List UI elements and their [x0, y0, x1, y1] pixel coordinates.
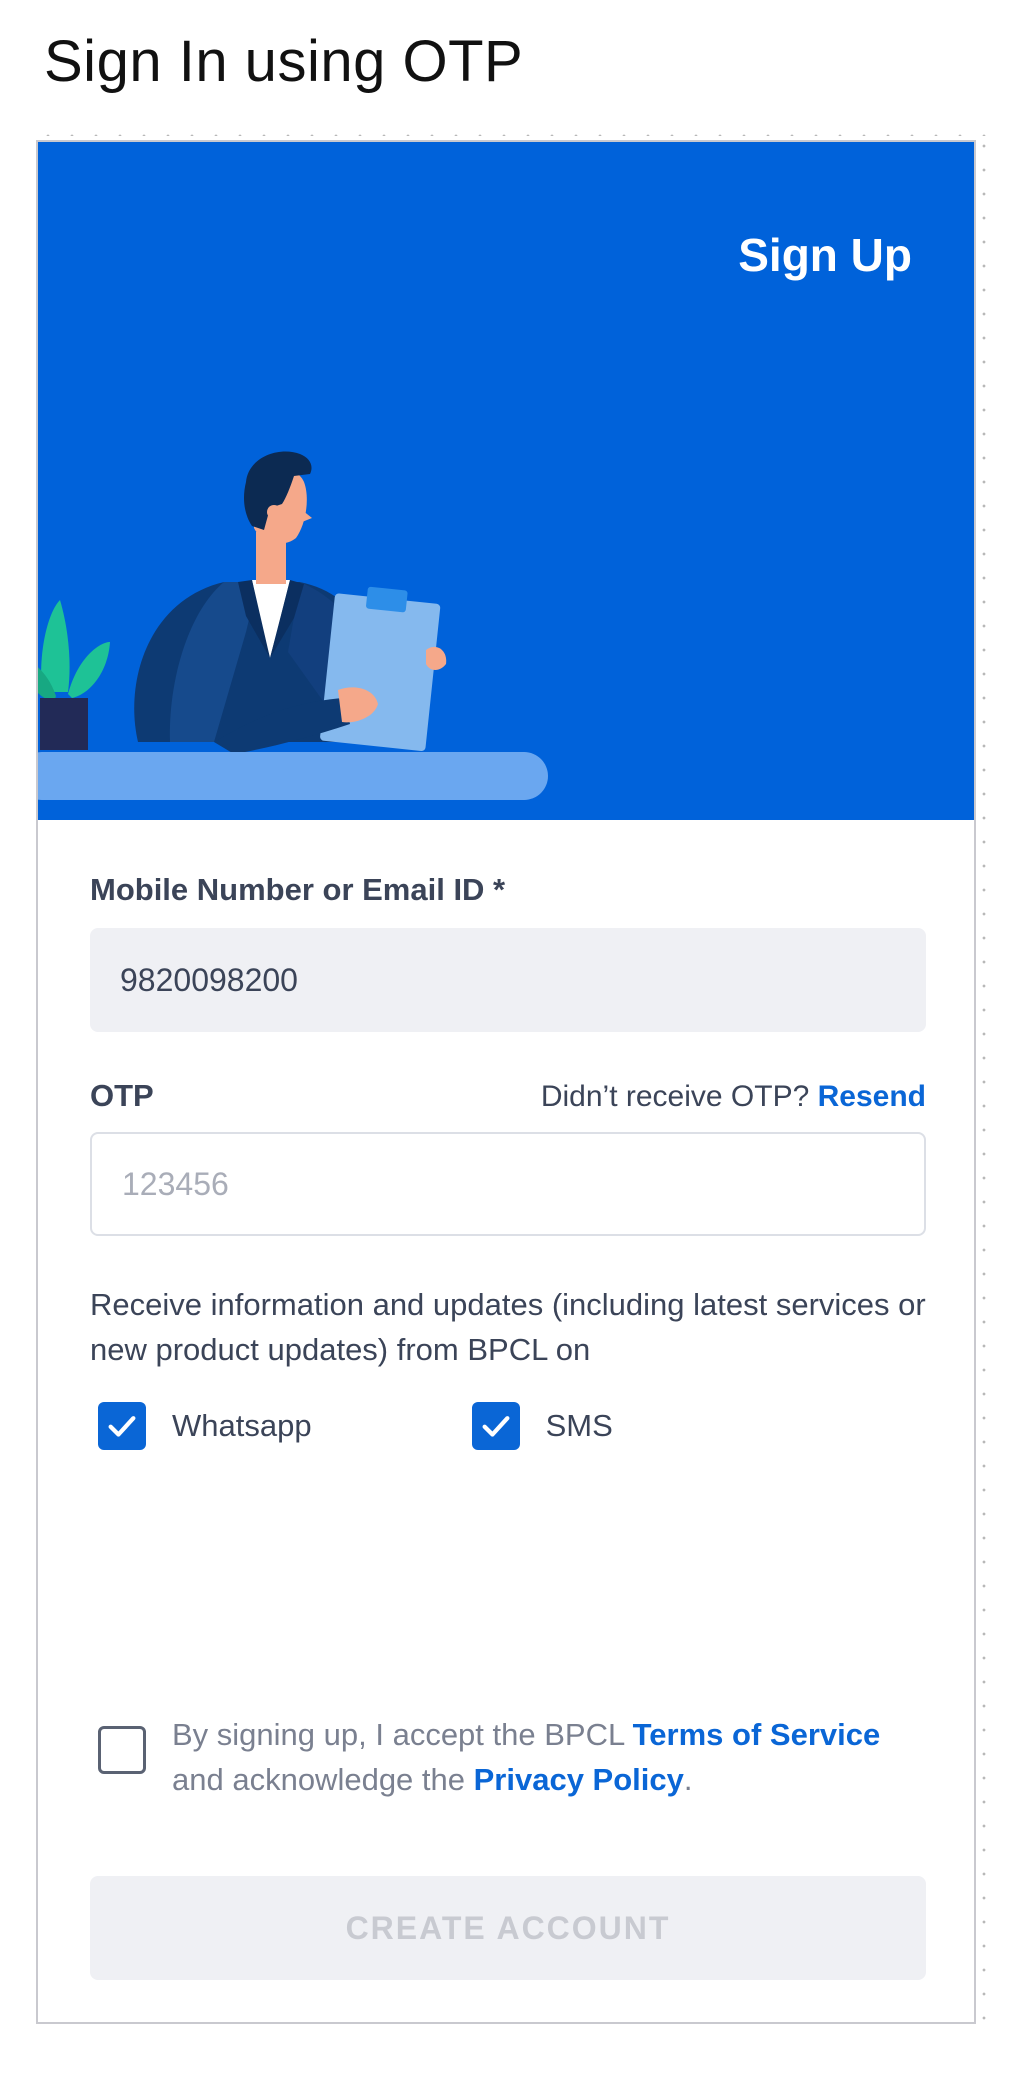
- signup-form: Mobile Number or Email ID * OTP Didn’t r…: [90, 872, 926, 1450]
- otp-input[interactable]: [90, 1132, 926, 1236]
- whatsapp-label: Whatsapp: [172, 1408, 312, 1443]
- dotted-guide-right: [982, 134, 986, 2024]
- privacy-policy-link[interactable]: Privacy Policy: [474, 1762, 684, 1797]
- otp-label-row: OTP Didn’t receive OTP? Resend: [90, 1078, 926, 1114]
- whatsapp-option[interactable]: Whatsapp: [90, 1402, 312, 1450]
- phone-screen: Sign Up Mobile Number or Email ID * 9820…: [36, 140, 976, 2024]
- terms-agreement: By signing up, I accept the BPCL Terms o…: [90, 1712, 926, 1802]
- otp-label: OTP: [90, 1078, 154, 1113]
- hero-title: Sign Up: [738, 229, 912, 281]
- mobile-input[interactable]: [90, 928, 926, 1032]
- dotted-guide-top: [36, 134, 986, 136]
- resend-prompt: Didn’t receive OTP? Resend: [541, 1080, 926, 1114]
- check-icon: [482, 1416, 510, 1437]
- terms-middle: and acknowledge the: [172, 1762, 474, 1797]
- terms-of-service-link[interactable]: Terms of Service: [633, 1717, 881, 1752]
- sms-option[interactable]: SMS: [464, 1402, 613, 1450]
- mobile-label: Mobile Number or Email ID *: [90, 872, 506, 907]
- man-with-clipboard-illustration: [38, 451, 548, 800]
- terms-checkbox[interactable]: [98, 1726, 146, 1774]
- terms-prefix: By signing up, I accept the BPCL: [172, 1717, 633, 1752]
- hero-banner: Sign Up: [38, 142, 974, 820]
- terms-text: By signing up, I accept the BPCL Terms o…: [172, 1712, 926, 1802]
- resend-prompt-text: Didn’t receive OTP?: [540, 1080, 810, 1113]
- terms-suffix: .: [683, 1762, 693, 1797]
- consent-text: Receive information and updates (includi…: [90, 1287, 926, 1367]
- check-icon: [108, 1416, 136, 1437]
- whatsapp-checkbox[interactable]: [98, 1402, 146, 1450]
- sms-checkbox[interactable]: [471, 1402, 520, 1450]
- document-title: Sign In using OTP: [44, 29, 524, 94]
- sms-label: SMS: [545, 1408, 613, 1443]
- resend-link[interactable]: Resend: [818, 1080, 926, 1113]
- channel-options: Whatsapp SMS: [90, 1402, 926, 1450]
- create-account-button[interactable]: CREATE ACCOUNT: [90, 1876, 926, 1980]
